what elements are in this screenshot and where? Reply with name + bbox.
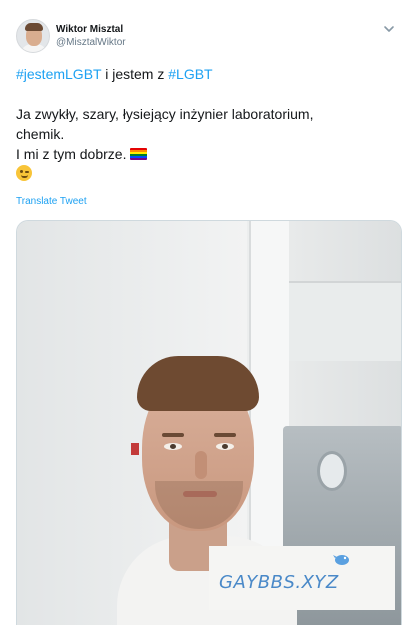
tweet-line-1: #jestemLGBT i jestem z #LGBT <box>16 64 396 84</box>
tweet-card: Wiktor Misztal @MisztalWiktor #jestemLGB… <box>0 0 408 625</box>
tweet-line-5 <box>16 164 396 184</box>
winking-face-icon <box>16 165 32 181</box>
watermark: GAYBBS.XYZ <box>209 546 395 610</box>
person-brow-right <box>214 433 236 437</box>
chevron-down-icon[interactable] <box>382 22 396 36</box>
person-eye-left <box>164 443 182 450</box>
person-mouth <box>183 491 217 497</box>
bird-logo-icon <box>333 555 349 565</box>
tweet-line-4: I mi z tym dobrze. <box>16 144 396 164</box>
photo-lab-equipment-dial <box>317 451 347 491</box>
author-names: Wiktor Misztal @MisztalWiktor <box>56 23 126 49</box>
tweet-photo[interactable]: GAYBBS.XYZ <box>16 220 402 625</box>
tweet-line-2: Ja zwykły, szary, łysiejący inżynier lab… <box>16 106 314 122</box>
tweet-line-3: chemik. <box>16 126 65 142</box>
person-hair <box>137 356 259 411</box>
tweet-text: #jestemLGBT i jestem z #LGBT Ja zwykły, … <box>16 64 396 184</box>
hashtag-jestemlgbt[interactable]: #jestemLGBT <box>16 66 101 82</box>
watermark-text: GAYBBS.XYZ <box>219 572 339 593</box>
avatar-hair <box>25 23 43 31</box>
person-nose <box>195 451 207 479</box>
translate-tweet-link[interactable]: Translate Tweet <box>16 196 87 207</box>
rainbow-flag-icon <box>130 148 148 160</box>
avatar[interactable] <box>16 19 50 53</box>
person-brow-left <box>162 433 184 437</box>
tweet-header: Wiktor Misztal @MisztalWiktor <box>16 18 126 54</box>
author-display-name[interactable]: Wiktor Misztal <box>56 23 126 36</box>
hashtag-lgbt[interactable]: #LGBT <box>168 66 212 82</box>
tweet-middle-text: i jestem z <box>101 66 169 82</box>
person-eye-right <box>216 443 234 450</box>
tweet-line-4-text: I mi z tym dobrze. <box>16 146 127 162</box>
author-handle[interactable]: @MisztalWiktor <box>56 36 126 49</box>
photo-shelf <box>289 281 401 361</box>
